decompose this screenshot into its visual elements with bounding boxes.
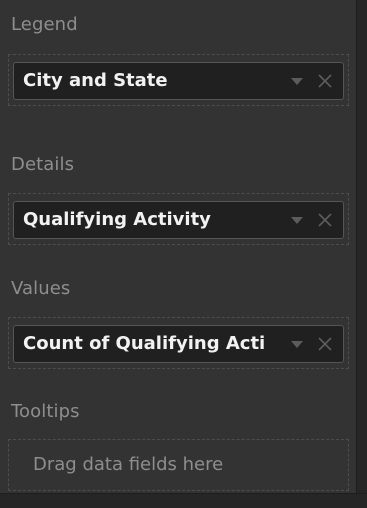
tooltips-section-label: Tooltips xyxy=(11,401,80,422)
tooltips-field-well[interactable]: Drag data fields here xyxy=(8,439,349,491)
close-icon[interactable] xyxy=(316,334,334,354)
values-field-label: Count of Qualifying Acti xyxy=(23,333,266,354)
legend-field-well[interactable]: City and State xyxy=(8,54,349,106)
close-icon[interactable] xyxy=(316,210,334,230)
details-section-label: Details xyxy=(11,154,75,175)
details-field-label: Qualifying Activity xyxy=(23,209,211,230)
legend-field-chip[interactable]: City and State xyxy=(13,62,344,100)
values-field-well[interactable]: Count of Qualifying Acti xyxy=(8,317,349,369)
fields-pane: Legend City and State Details Qualifying… xyxy=(0,0,367,508)
chevron-down-icon[interactable] xyxy=(291,341,303,348)
legend-section-label: Legend xyxy=(11,14,78,35)
chevron-down-icon[interactable] xyxy=(291,78,303,85)
values-section-label: Values xyxy=(11,278,71,299)
legend-field-label: City and State xyxy=(23,70,168,91)
drop-hint-text: Drag data fields here xyxy=(33,454,224,475)
chevron-down-icon[interactable] xyxy=(291,217,303,224)
pane-scrollbar-track[interactable] xyxy=(356,0,367,508)
values-field-chip[interactable]: Count of Qualifying Acti xyxy=(13,325,344,363)
details-field-chip[interactable]: Qualifying Activity xyxy=(13,201,344,239)
pane-bottom-edge xyxy=(0,493,367,508)
close-icon[interactable] xyxy=(316,71,334,91)
details-field-well[interactable]: Qualifying Activity xyxy=(8,193,349,245)
